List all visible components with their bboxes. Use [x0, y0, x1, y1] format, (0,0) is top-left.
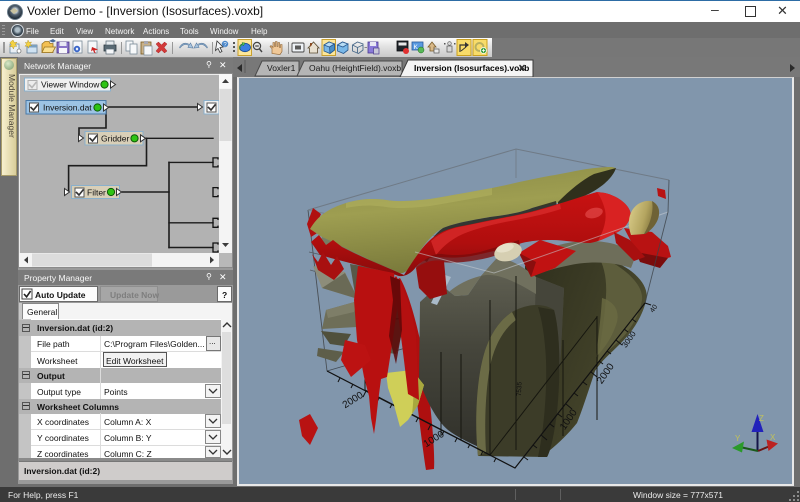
- svg-text:Viewer Window: Viewer Window: [41, 80, 100, 90]
- svg-text:Oahu (HeightField).voxb: Oahu (HeightField).voxb: [309, 63, 401, 73]
- svg-text:Gridder: Gridder: [101, 134, 130, 144]
- svg-text:Z: Z: [759, 414, 764, 423]
- svg-text:K: K: [414, 44, 419, 51]
- svg-text:Filter: Filter: [87, 188, 106, 198]
- svg-text:Inversion (Isosurfaces).voxb: Inversion (Isosurfaces).voxb: [414, 63, 529, 73]
- svg-text:Voxler1: Voxler1: [267, 63, 296, 73]
- svg-text:Inversion.dat: Inversion.dat: [43, 103, 92, 113]
- svg-text:7535: 7535: [516, 381, 524, 396]
- svg-text:X: X: [770, 433, 776, 442]
- svg-text:2000: 2000: [341, 390, 366, 411]
- svg-text:Y: Y: [735, 434, 741, 443]
